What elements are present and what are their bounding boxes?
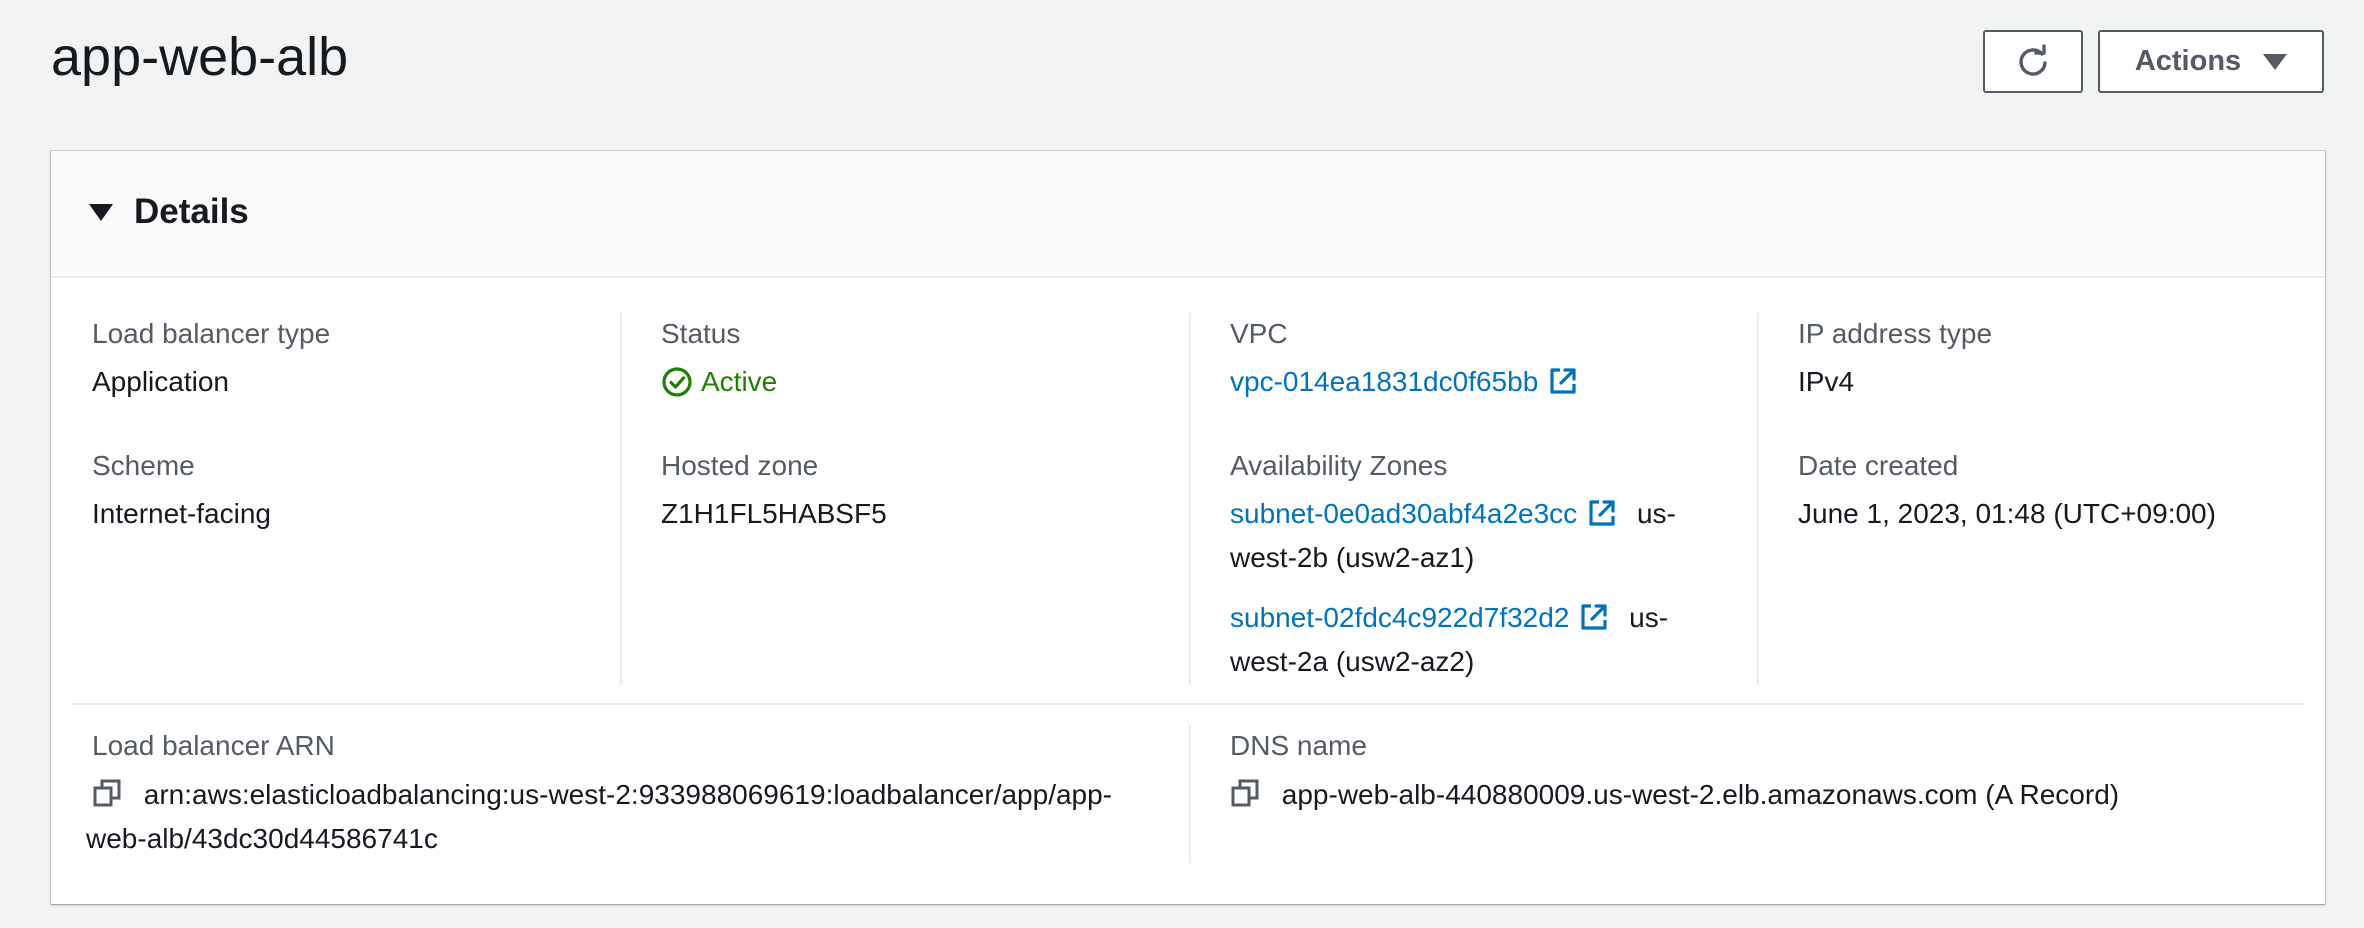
arn-text: arn:aws:elasticloadbalancing:us-west-2:9…: [143, 779, 1113, 810]
refresh-button[interactable]: [1983, 30, 2083, 93]
details-panel: Details Load balancer type Application S…: [51, 151, 2325, 904]
scheme-label: Scheme: [92, 450, 195, 481]
az-item: subnet-0e0ad30abf4a2e3cc us-: [1230, 492, 1676, 536]
dns-text: app-web-alb-440880009.us-west-2.elb.amaz…: [1281, 779, 2120, 810]
external-link-icon[interactable]: [1587, 498, 1617, 528]
az-item: subnet-02fdc4c922d7f32d2 us-: [1230, 596, 1668, 640]
ip-type-value: IPv4: [1798, 366, 1855, 397]
hosted-zone-label: Hosted zone: [661, 450, 819, 481]
details-title: Details: [134, 192, 249, 231]
caret-down-icon: [2263, 53, 2288, 70]
lb-type-value: Application: [92, 366, 229, 397]
external-link-icon[interactable]: [1579, 602, 1609, 632]
copy-icon[interactable]: [92, 778, 122, 808]
dns-label: DNS name: [1230, 730, 1367, 761]
scheme-value: Internet-facing: [92, 498, 271, 529]
actions-button[interactable]: Actions: [2098, 30, 2324, 93]
row-divider: [72, 703, 2304, 705]
subnet-link[interactable]: subnet-0e0ad30abf4a2e3cc: [1230, 498, 1577, 529]
vpc-link[interactable]: vpc-014ea1831dc0f65bb: [1230, 366, 1538, 397]
page-title: app-web-alb: [51, 27, 349, 87]
subnet-link[interactable]: subnet-02fdc4c922d7f32d2: [1230, 602, 1569, 633]
column-divider: [1189, 725, 1191, 863]
arn-value: arn:aws:elasticloadbalancing:us-west-2:9…: [92, 773, 1112, 817]
date-created-value: June 1, 2023, 01:48 (UTC+09:00): [1798, 498, 2216, 529]
copy-icon[interactable]: [1230, 778, 1260, 808]
collapse-caret-icon[interactable]: [89, 204, 113, 221]
vpc-value: vpc-014ea1831dc0f65bb: [1230, 360, 1578, 404]
external-link-icon[interactable]: [1548, 366, 1578, 396]
az-zone-text: us-: [1636, 498, 1676, 529]
arn-label: Load balancer ARN: [92, 730, 335, 761]
azs-label: Availability Zones: [1230, 450, 1448, 481]
column-divider: [1757, 313, 1759, 685]
details-header[interactable]: Details: [51, 151, 2325, 278]
vpc-label: VPC: [1230, 318, 1288, 349]
actions-label: Actions: [2134, 45, 2242, 77]
lb-type-label: Load balancer type: [92, 318, 331, 349]
refresh-icon: [2019, 43, 2047, 76]
column-divider: [620, 313, 622, 685]
check-circle-icon: [662, 367, 692, 397]
dns-value: app-web-alb-440880009.us-west-2.elb.amaz…: [1230, 773, 2119, 817]
status-label: Status: [661, 318, 741, 349]
date-created-label: Date created: [1798, 450, 1959, 481]
hosted-zone-value: Z1H1FL5HABSF5: [661, 498, 887, 529]
ip-type-label: IP address type: [1798, 318, 1993, 349]
status-value: Active: [661, 360, 777, 404]
az-zone-text: west-2a (usw2-az2): [1230, 646, 1475, 677]
az-zone-text: west-2b (usw2-az1): [1230, 542, 1475, 573]
status-text: Active: [701, 366, 778, 397]
arn-text-cont: web-alb/43dc30d44586741c: [86, 823, 438, 854]
az-zone-text: us-: [1629, 602, 1669, 633]
column-divider: [1189, 313, 1191, 685]
